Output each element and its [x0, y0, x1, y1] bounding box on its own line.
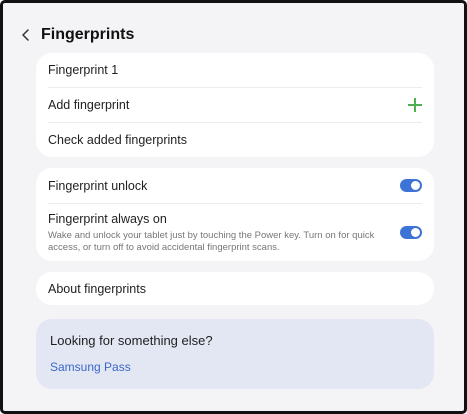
fingerprint-always-on-description: Wake and unlock your tablet just by touc… [48, 229, 375, 253]
fingerprint-always-on-item[interactable]: Fingerprint always on Wake and unlock yo… [36, 204, 434, 261]
toggle-knob [411, 228, 420, 237]
fingerprint-unlock-item[interactable]: Fingerprint unlock [36, 168, 434, 203]
fingerprints-card: Fingerprint 1 Add fingerprint Check adde… [36, 53, 434, 157]
check-added-fingerprints-item[interactable]: Check added fingerprints [36, 123, 434, 157]
suggestion-card: Looking for something else? Samsung Pass [36, 319, 434, 389]
add-fingerprint-label: Add fingerprint [48, 98, 130, 112]
back-button[interactable] [15, 24, 37, 46]
about-fingerprints-label: About fingerprints [48, 281, 146, 296]
fingerprint-1-item[interactable]: Fingerprint 1 [36, 53, 434, 87]
plus-icon [408, 98, 422, 112]
always-on-text: Fingerprint always on Wake and unlock yo… [48, 212, 388, 254]
samsung-pass-link[interactable]: Samsung Pass [50, 360, 131, 374]
fingerprint-unlock-label: Fingerprint unlock [48, 178, 148, 193]
chevron-left-icon [22, 29, 29, 41]
add-fingerprint-item[interactable]: Add fingerprint [36, 88, 434, 122]
about-card: About fingerprints [36, 272, 434, 305]
check-added-fingerprints-label: Check added fingerprints [48, 133, 187, 147]
page-title: Fingerprints [41, 26, 135, 43]
fingerprint-1-label: Fingerprint 1 [48, 63, 119, 77]
header: Fingerprints [15, 21, 134, 49]
settings-window: Fingerprints Fingerprint 1 Add fingerpri… [0, 0, 467, 414]
fingerprint-unlock-toggle[interactable] [400, 179, 422, 192]
fingerprint-always-on-label: Fingerprint always on [48, 211, 167, 226]
settings-card: Fingerprint unlock Fingerprint always on… [36, 168, 434, 261]
suggestion-title: Looking for something else? [50, 333, 213, 348]
about-fingerprints-item[interactable]: About fingerprints [36, 272, 434, 305]
toggle-knob [411, 181, 420, 190]
fingerprint-always-on-toggle[interactable] [400, 226, 422, 239]
